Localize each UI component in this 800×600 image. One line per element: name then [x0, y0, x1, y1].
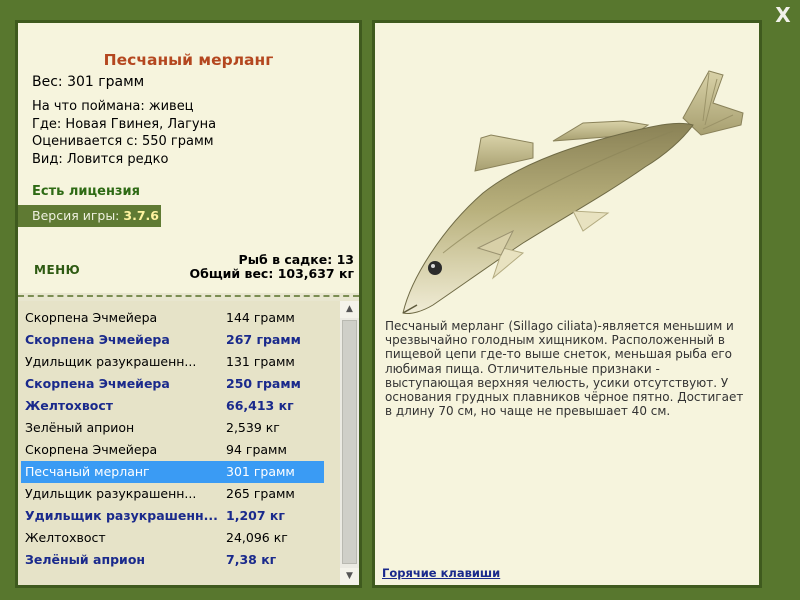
fish-description: Песчаный мерланг (Sillago ciliata)-являе…: [385, 319, 744, 419]
close-button[interactable]: X: [771, 4, 795, 26]
list-item[interactable]: Скорпена Эчмейера 267 грамм: [21, 329, 324, 351]
divider: [18, 295, 359, 297]
fish-weight-cell: 265 грамм: [226, 486, 295, 501]
fish-weight-cell: 301 грамм: [226, 464, 295, 479]
list-item[interactable]: Песчаный мерланг 301 грамм: [21, 461, 324, 483]
fish-details: Песчаный мерланг Вес: 301 грамм На что п…: [18, 23, 359, 293]
fish-count: Рыб в садке: 13: [238, 252, 354, 267]
fish-name: Скорпена Эчмейера: [25, 442, 158, 457]
list-item[interactable]: Скорпена Эчмейера 144 грамм: [21, 307, 324, 329]
list-item[interactable]: Желтохвост 24,096 кг: [21, 527, 324, 549]
hotkeys-link[interactable]: Горячие клавиши: [382, 566, 500, 580]
fish-description-panel: Песчаный мерланг (Sillago ciliata)-являе…: [372, 20, 762, 588]
scroll-thumb[interactable]: [342, 320, 357, 564]
list-item[interactable]: Зелёный априон 7,38 кг: [21, 549, 324, 571]
fish-weight-cell: 94 грамм: [226, 442, 287, 457]
fish-weight-cell: 131 грамм: [226, 354, 295, 369]
list-item[interactable]: Зелёный априон 2,539 кг: [21, 417, 324, 439]
fish-image: [402, 70, 744, 314]
fish-name: Зелёный априон: [25, 420, 135, 435]
list-item[interactable]: Скорпена Эчмейера 250 грамм: [21, 373, 324, 395]
fish-name: Скорпена Эчмейера: [25, 332, 170, 347]
list-item[interactable]: Удильщик разукрашенн... 1,207 кг: [21, 505, 324, 527]
game-version: Версия игры: 3.7.6: [18, 205, 161, 227]
list-item[interactable]: Скорпена Эчмейера 94 грамм: [21, 439, 324, 461]
fish-weight: Вес: 301 грамм: [32, 74, 145, 90]
fish-weight-cell: 2,539 кг: [226, 420, 280, 435]
list-item[interactable]: Желтохвост 66,413 кг: [21, 395, 324, 417]
list-item[interactable]: Удильщик разукрашенн... 131 грамм: [21, 351, 324, 373]
caught-on: На что поймана: живец: [32, 99, 194, 114]
arrow-up-icon[interactable]: ▲: [340, 301, 359, 318]
arrow-down-icon[interactable]: ▼: [340, 568, 359, 585]
rarity: Вид: Ловится редко: [32, 151, 169, 167]
fish-name: Удильщик разукрашенн...: [25, 354, 197, 369]
fish-name: Скорпена Эчмейера: [25, 310, 158, 325]
fish-title: Песчаный мерланг: [103, 51, 274, 69]
fish-info: На что поймана: живец Где: Новая Гвинея,…: [32, 98, 216, 168]
version-label: Версия игры:: [32, 208, 120, 223]
location: Где: Новая Гвинея, Лагуна: [32, 116, 217, 132]
description-area: Песчаный мерланг (Sillago ciliata)-являе…: [375, 23, 759, 585]
fish-weight-cell: 66,413 кг: [226, 398, 294, 413]
license-status: Есть лицензия: [32, 184, 140, 199]
fish-weight-cell: 24,096 кг: [226, 530, 288, 545]
fish-weight-cell: 267 грамм: [226, 332, 301, 347]
version-value: 3.7.6: [123, 208, 159, 223]
fish-weight-cell: 1,207 кг: [226, 508, 285, 523]
fish-name: Желтохвост: [25, 530, 106, 545]
close-icon: X: [775, 3, 791, 27]
fish-name: Желтохвост: [25, 398, 113, 413]
fish-name: Скорпена Эчмейера: [25, 376, 170, 391]
catch-list[interactable]: Скорпена Эчмейера 144 грамм Скорпена Эчмей…: [18, 301, 340, 585]
fish-name: Песчаный мерланг: [25, 464, 150, 479]
fish-weight-cell: 250 грамм: [226, 376, 301, 391]
fish-name: Удильщик разукрашенн...: [25, 508, 218, 523]
scrollbar[interactable]: ▲ ▼: [340, 301, 359, 585]
valued-from: Оценивается с: 550 грамм: [32, 134, 214, 149]
total-weight: Общий вес: 103,637 кг: [189, 266, 355, 281]
fish-info-panel: Песчаный мерланг Вес: 301 грамм На что п…: [15, 20, 362, 588]
fish-name: Зелёный априон: [25, 552, 146, 567]
fish-weight-cell: 144 грамм: [226, 310, 295, 325]
keepnet-stats: Рыб в садке: 13 Общий вес: 103,637 кг: [190, 253, 355, 281]
fish-name: Удильщик разукрашенн...: [25, 486, 197, 501]
menu-button[interactable]: МЕНЮ: [34, 263, 80, 277]
list-item[interactable]: Удильщик разукрашенн... 265 грамм: [21, 483, 324, 505]
fish-weight-cell: 7,38 кг: [226, 552, 277, 567]
